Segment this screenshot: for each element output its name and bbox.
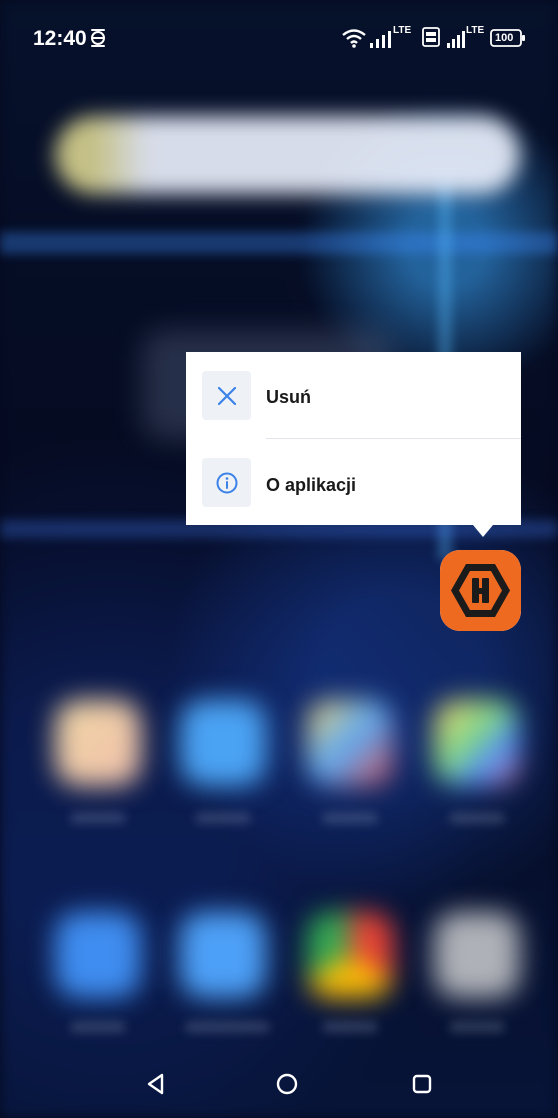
app-icon[interactable] bbox=[55, 700, 141, 786]
signal-icon bbox=[446, 29, 466, 54]
menu-item-app-info[interactable]: O aplikacji bbox=[186, 439, 521, 525]
home-button[interactable] bbox=[267, 1064, 307, 1104]
smart-settings-icon bbox=[88, 27, 108, 54]
battery-level: 100 bbox=[495, 32, 514, 44]
app-icon[interactable] bbox=[434, 700, 520, 786]
app-context-menu: Usuń O aplikacji bbox=[186, 352, 521, 525]
app-label bbox=[70, 813, 126, 823]
menu-item-label: Usuń bbox=[266, 387, 311, 407]
status-time: 12:40 bbox=[33, 27, 87, 50]
recents-button[interactable] bbox=[402, 1064, 442, 1104]
menu-item-remove[interactable]: Usuń bbox=[186, 352, 521, 438]
dock-app-icon[interactable] bbox=[434, 912, 520, 998]
signal-icon bbox=[369, 29, 393, 54]
back-button[interactable] bbox=[136, 1064, 176, 1104]
volte-icon bbox=[422, 27, 440, 52]
info-icon bbox=[202, 458, 251, 507]
recents-icon bbox=[412, 1074, 432, 1094]
app-label bbox=[322, 1022, 378, 1032]
app-icon[interactable] bbox=[307, 700, 393, 786]
status-bar: 12:40 LTE LTE 100 bbox=[0, 0, 558, 68]
close-icon bbox=[202, 371, 251, 420]
app-label bbox=[70, 1022, 126, 1032]
dock-app-icon[interactable] bbox=[180, 912, 266, 998]
menu-item-label: O aplikacji bbox=[266, 475, 357, 495]
navigation-bar bbox=[0, 1048, 558, 1118]
dock-app-icon[interactable] bbox=[307, 912, 393, 998]
app-label bbox=[195, 813, 251, 823]
selected-app-icon[interactable] bbox=[440, 550, 521, 631]
back-icon bbox=[147, 1073, 164, 1095]
lte-label: LTE bbox=[393, 25, 412, 36]
app-label bbox=[322, 813, 378, 823]
app-icon[interactable] bbox=[180, 700, 266, 786]
app-label bbox=[449, 813, 505, 823]
wallpaper-light-line bbox=[0, 232, 558, 254]
dock-app-icon[interactable] bbox=[55, 912, 141, 998]
context-menu-pointer bbox=[473, 525, 493, 537]
lte-label: LTE bbox=[466, 25, 485, 36]
search-widget[interactable] bbox=[55, 116, 520, 194]
app-label bbox=[185, 1022, 270, 1032]
home-icon bbox=[276, 1073, 298, 1095]
wifi-icon bbox=[341, 28, 367, 53]
app-label bbox=[449, 1022, 505, 1032]
app-h-logo-icon bbox=[440, 550, 521, 631]
